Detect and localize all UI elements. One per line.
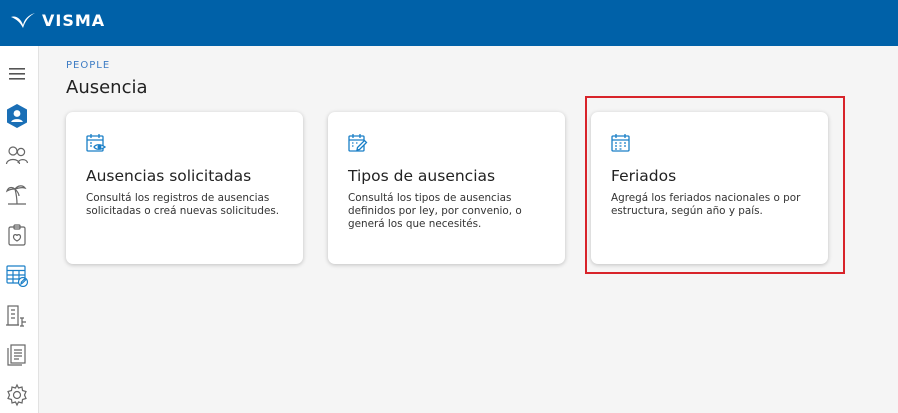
- card-description: Consultá los tipos de ausencias definido…: [348, 192, 522, 230]
- top-bar: VISMA: [0, 0, 898, 46]
- sidebar-item-health[interactable]: [3, 221, 31, 249]
- breadcrumb[interactable]: PEOPLE: [66, 60, 110, 71]
- user-badge-icon: [7, 104, 27, 128]
- gear-icon: [7, 383, 27, 407]
- palm-tree-icon: [5, 185, 27, 205]
- sidebar-item-people[interactable]: [3, 102, 31, 130]
- building-tree-icon: [6, 305, 26, 327]
- calendar-pencil-icon: [348, 134, 368, 152]
- documents-icon: [7, 344, 26, 366]
- card-title: Feriados: [611, 167, 677, 185]
- card-title: Ausencias solicitadas: [86, 167, 252, 185]
- card-description: Agregá los feriados nacionales o por est…: [611, 192, 801, 217]
- visma-swoosh-icon: [11, 13, 35, 28]
- card-title: Tipos de ausencias: [348, 167, 496, 185]
- sidebar-item-employees[interactable]: [3, 141, 31, 169]
- menu-button[interactable]: [3, 60, 31, 88]
- hamburger-icon: [9, 68, 25, 80]
- card-tipos-de-ausencias[interactable]: Tipos de ausencias Consultá los tipos de…: [328, 112, 565, 264]
- calendar-grid-icon: [611, 134, 630, 152]
- card-feriados[interactable]: Feriados Agregá los feriados nacionales …: [591, 112, 828, 264]
- calendar-edit-icon: [6, 265, 29, 287]
- clipboard-icon: [8, 224, 26, 246]
- visma-logo[interactable]: VISMA: [10, 10, 105, 30]
- sidebar-item-documents[interactable]: [3, 341, 31, 369]
- sidebar-item-organization[interactable]: [3, 302, 31, 330]
- calendar-eye-icon: [86, 134, 106, 152]
- sidebar-item-vacations[interactable]: [3, 180, 31, 208]
- sidebar-item-absences[interactable]: [3, 261, 31, 289]
- sidebar-item-settings[interactable]: [3, 381, 31, 409]
- brand-name: VISMA: [42, 10, 106, 30]
- card-description: Consultá los registros de ausencias soli…: [86, 192, 280, 217]
- page-title: Ausencia: [66, 77, 148, 98]
- sidebar: [0, 46, 39, 413]
- people-icon: [5, 146, 29, 165]
- card-ausencias-solicitadas[interactable]: Ausencias solicitadas Consultá los regis…: [66, 112, 303, 264]
